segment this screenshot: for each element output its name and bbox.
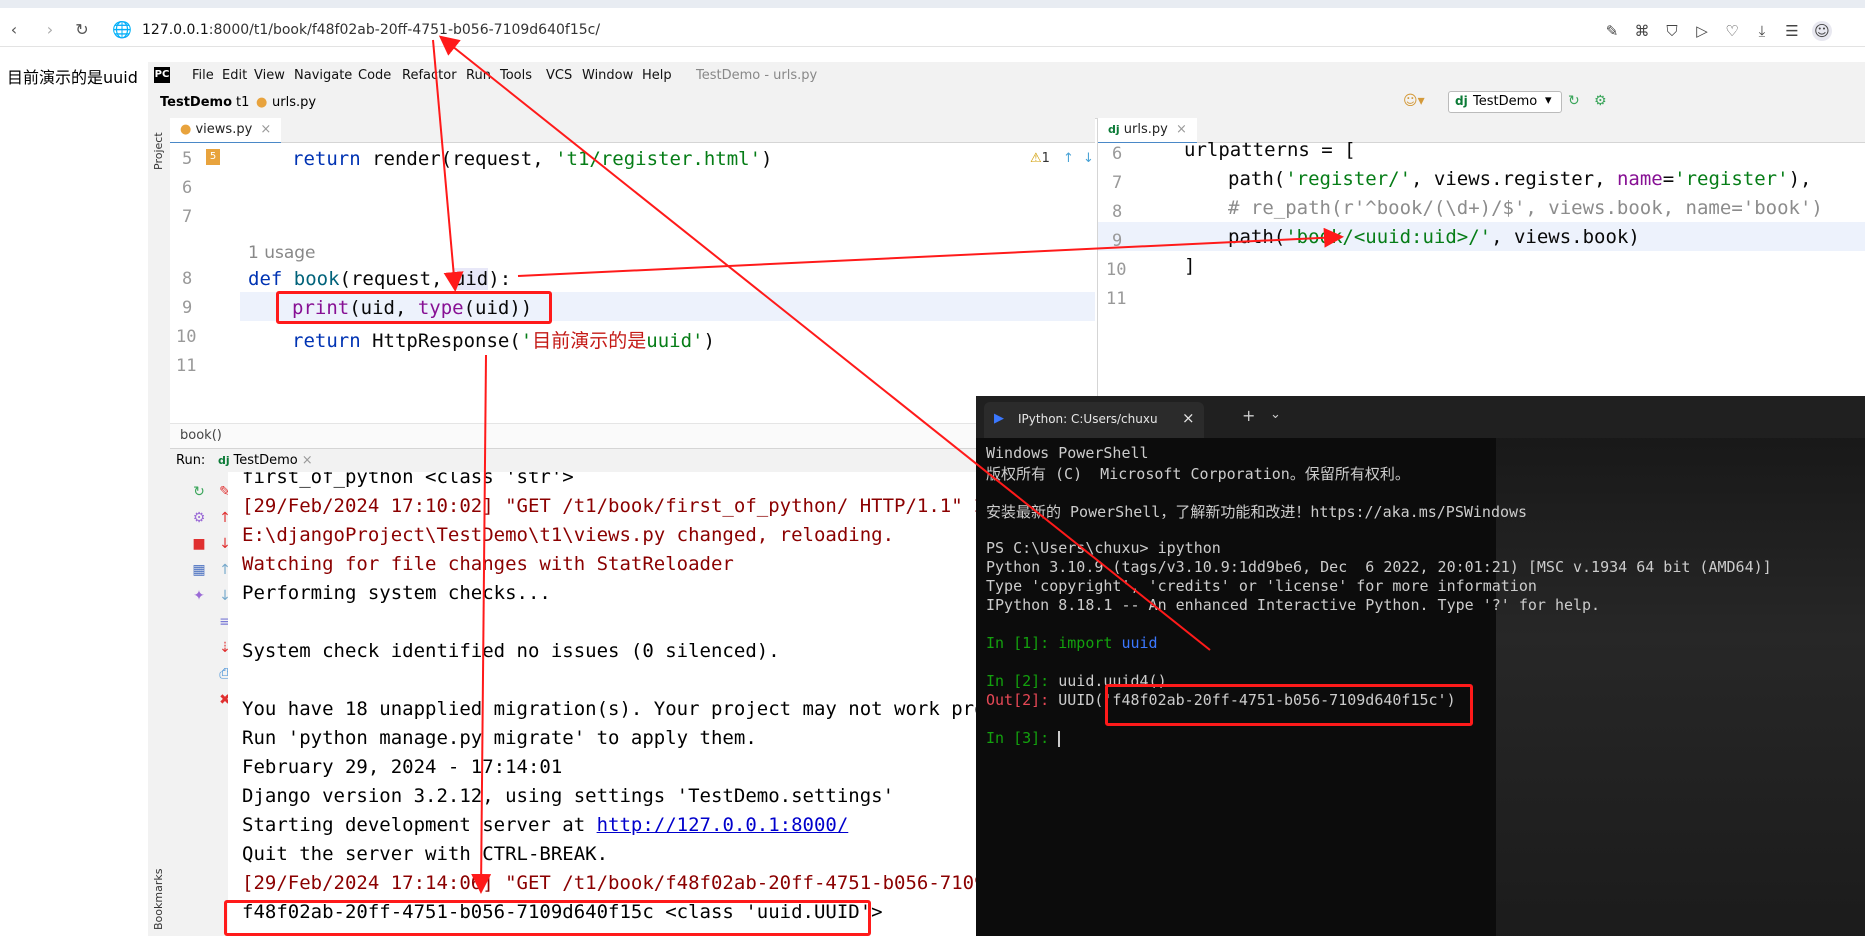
arrow-terminal-to-url [438,35,1211,651]
annotation-arrows [432,35,1344,894]
arrow-url-to-uid [432,39,464,292]
arrow-code-to-console [471,354,492,894]
arrow-uid-to-urlpattern [517,227,1344,277]
